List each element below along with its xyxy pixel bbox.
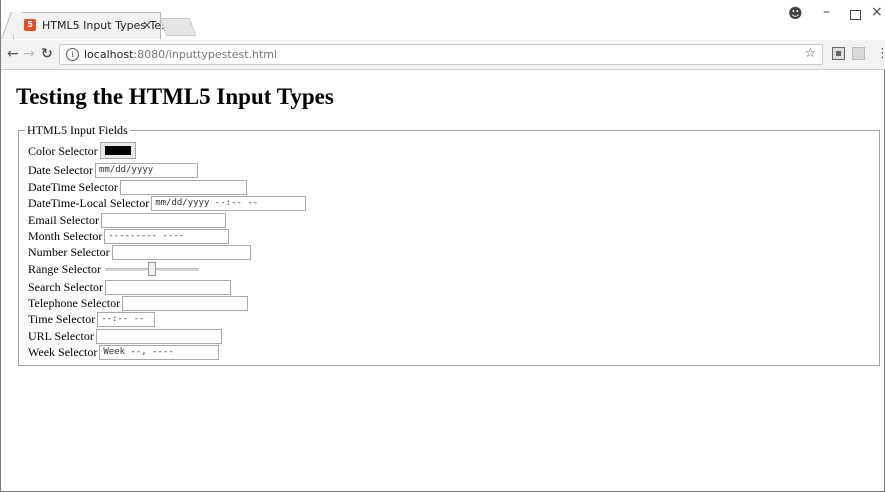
range-thumb[interactable] — [147, 262, 156, 277]
week-row: Week Selector Week --, ---- — [28, 344, 220, 360]
color-swatch-fill — [104, 146, 131, 155]
forward-arrow-icon[interactable]: → — [23, 46, 35, 62]
reload-icon[interactable]: ↻ — [41, 46, 53, 62]
time-row: Time Selector --:-- -- — [28, 311, 156, 327]
datetime-label: DateTime Selector — [28, 180, 118, 195]
color-row: Color Selector — [28, 142, 136, 159]
browser-toolbar: ← → ↻ i localhost:8080/inputtypestest.ht… — [1, 40, 885, 70]
range-row: Range Selector — [28, 261, 199, 277]
month-input[interactable]: --------- ---- — [104, 228, 230, 244]
browser-tab[interactable]: 5 HTML5 Input Types Test × — [13, 12, 171, 39]
number-label: Number Selector — [28, 245, 110, 260]
time-label: Time Selector — [28, 312, 96, 327]
menu-dots-icon[interactable]: ⋮ — [876, 46, 885, 61]
search-label: Search Selector — [28, 280, 103, 295]
email-input[interactable] — [100, 212, 226, 228]
tab-bar: 5 HTML5 Input Types Test × ☻ – × — [1, 0, 885, 40]
email-row: Email Selector — [28, 212, 226, 228]
url-row: URL Selector — [28, 328, 222, 344]
html5-favicon-icon: 5 — [24, 19, 36, 31]
bookmark-star-icon[interactable]: ☆ — [804, 46, 816, 61]
number-row: Number Selector — [28, 244, 251, 260]
datetime-local-row: DateTime-Local Selector mm/dd/yyyy --:-- … — [28, 195, 307, 211]
minimize-button[interactable]: – — [823, 4, 830, 20]
url-text[interactable]: localhost:8080/inputtypestest.html — [84, 48, 277, 61]
extension-icon[interactable] — [832, 47, 845, 60]
profile-icon[interactable]: ☻ — [788, 6, 803, 22]
url-label: URL Selector — [28, 329, 94, 344]
date-input[interactable]: mm/dd/yyyy — [94, 162, 198, 178]
datetime-row: DateTime Selector — [28, 179, 247, 195]
close-window-button[interactable]: × — [871, 4, 883, 20]
color-input[interactable] — [99, 142, 136, 159]
date-label: Date Selector — [28, 163, 93, 178]
color-label: Color Selector — [28, 143, 98, 158]
url-host: localhost — [84, 48, 134, 61]
search-input[interactable] — [104, 279, 231, 295]
week-label: Week Selector — [28, 345, 98, 360]
month-row: Month Selector --------- ---- — [28, 228, 230, 244]
url-path: :8080/inputtypestest.html — [133, 48, 278, 61]
datetime-local-label: DateTime-Local Selector — [28, 196, 150, 211]
search-row: Search Selector — [28, 279, 231, 295]
input-fields-fieldset: HTML5 Input Fields Color Selector Date S… — [18, 123, 880, 366]
maximize-button[interactable] — [850, 10, 861, 20]
time-input[interactable]: --:-- -- — [97, 311, 156, 327]
telephone-input[interactable] — [122, 295, 249, 311]
browser-window: 5 HTML5 Input Types Test × ☻ – × ← → ↻ i… — [0, 0, 885, 492]
telephone-label: Telephone Selector — [28, 296, 121, 311]
page-title: Testing the HTML5 Input Types — [16, 84, 334, 109]
month-label: Month Selector — [28, 229, 103, 244]
address-bar[interactable]: i localhost:8080/inputtypestest.html ☆ — [59, 44, 823, 65]
date-row: Date Selector mm/dd/yyyy — [28, 162, 198, 178]
range-label: Range Selector — [28, 262, 101, 277]
fieldset-legend: HTML5 Input Fields — [25, 123, 130, 137]
range-slider[interactable] — [104, 261, 199, 277]
extension-pdf-icon[interactable] — [852, 47, 865, 60]
telephone-row: Telephone Selector — [28, 295, 249, 311]
info-icon[interactable]: i — [66, 48, 79, 61]
tab-close-icon[interactable]: × — [140, 18, 154, 32]
datetime-local-input[interactable]: mm/dd/yyyy --:-- -- — [151, 195, 307, 211]
new-tab-button[interactable] — [159, 18, 197, 36]
url-input[interactable] — [95, 328, 222, 344]
datetime-input[interactable] — [119, 179, 247, 195]
number-input[interactable] — [111, 244, 251, 260]
back-arrow-icon[interactable]: ← — [7, 46, 19, 62]
week-input[interactable]: Week --, ---- — [99, 344, 220, 360]
email-label: Email Selector — [28, 213, 99, 228]
